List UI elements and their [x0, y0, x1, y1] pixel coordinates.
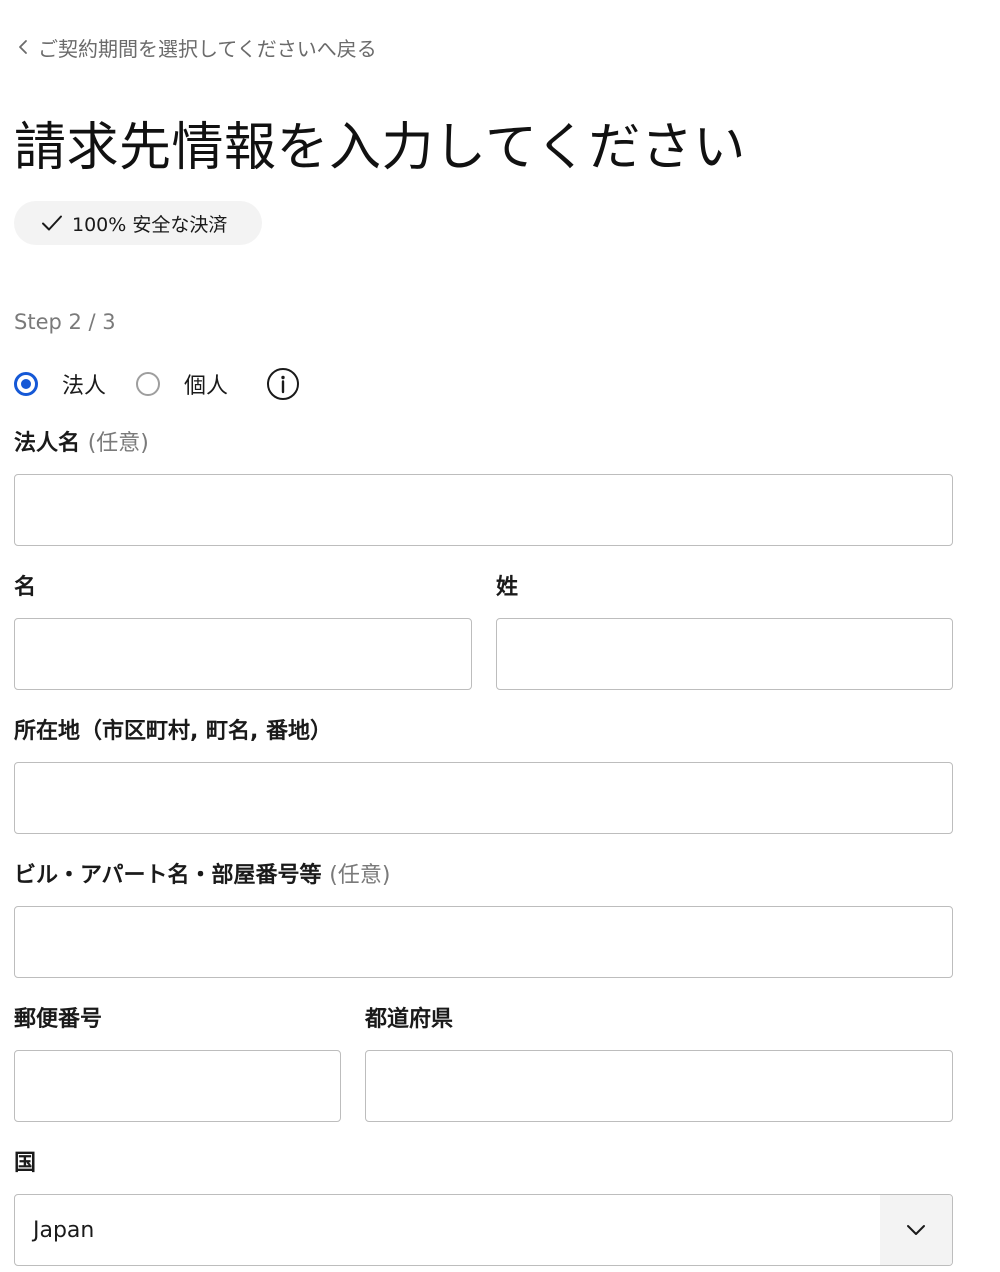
- country-select-toggle[interactable]: [880, 1195, 952, 1265]
- back-link-label: ご契約期間を選択してくださいへ戻る: [38, 36, 377, 61]
- company-name-label: 法人名 (任意): [14, 428, 149, 460]
- company-name-label-text: 法人名: [14, 431, 81, 456]
- first-name-label: 名: [14, 575, 37, 600]
- company-name-input[interactable]: [14, 474, 953, 546]
- country-select[interactable]: Japan: [14, 1194, 953, 1266]
- prefecture-label: 都道府県: [365, 1007, 454, 1032]
- secure-payment-label: 100% 安全な決済: [72, 213, 228, 236]
- country-label: 国: [14, 1151, 37, 1176]
- postal-code-label: 郵便番号: [14, 1007, 103, 1032]
- radio-individual[interactable]: 個人: [136, 368, 228, 400]
- company-name-optional-tag: (任意): [87, 431, 149, 456]
- radio-individual-circle[interactable]: [136, 372, 161, 396]
- prefecture-input[interactable]: [365, 1050, 953, 1122]
- country-select-value: Japan: [33, 1217, 95, 1243]
- radio-corporate-circle[interactable]: [14, 372, 38, 396]
- address-input[interactable]: [14, 762, 953, 834]
- info-icon[interactable]: [266, 367, 300, 401]
- last-name-input[interactable]: [496, 618, 953, 690]
- building-optional-tag: (任意): [329, 863, 391, 888]
- last-name-label: 姓: [496, 575, 519, 600]
- radio-corporate[interactable]: 法人: [14, 368, 106, 400]
- step-indicator: Step 2 / 3: [14, 310, 116, 334]
- radio-corporate-label: 法人: [62, 374, 107, 399]
- chevron-down-icon: [907, 1225, 925, 1235]
- building-input[interactable]: [14, 906, 953, 978]
- back-link[interactable]: ご契約期間を選択してくださいへ戻る: [14, 30, 377, 64]
- customer-type-radio-group: 法人 個人: [14, 366, 300, 402]
- radio-individual-label: 個人: [184, 374, 229, 399]
- chevron-left-icon: [19, 40, 27, 54]
- building-label-text: ビル・アパート名・部屋番号等: [14, 863, 322, 888]
- check-icon: [42, 215, 62, 231]
- billing-info-page: ご契約期間を選択してくださいへ戻る 請求先情報を入力してください 100% 安全…: [0, 0, 1000, 1272]
- secure-payment-badge: 100% 安全な決済: [14, 201, 262, 245]
- page-title: 請求先情報を入力してください: [14, 118, 746, 178]
- first-name-input[interactable]: [14, 618, 472, 690]
- address-label: 所在地（市区町村, 町名, 番地）: [14, 719, 333, 744]
- building-label: ビル・アパート名・部屋番号等 (任意): [14, 860, 390, 892]
- postal-code-input[interactable]: [14, 1050, 341, 1122]
